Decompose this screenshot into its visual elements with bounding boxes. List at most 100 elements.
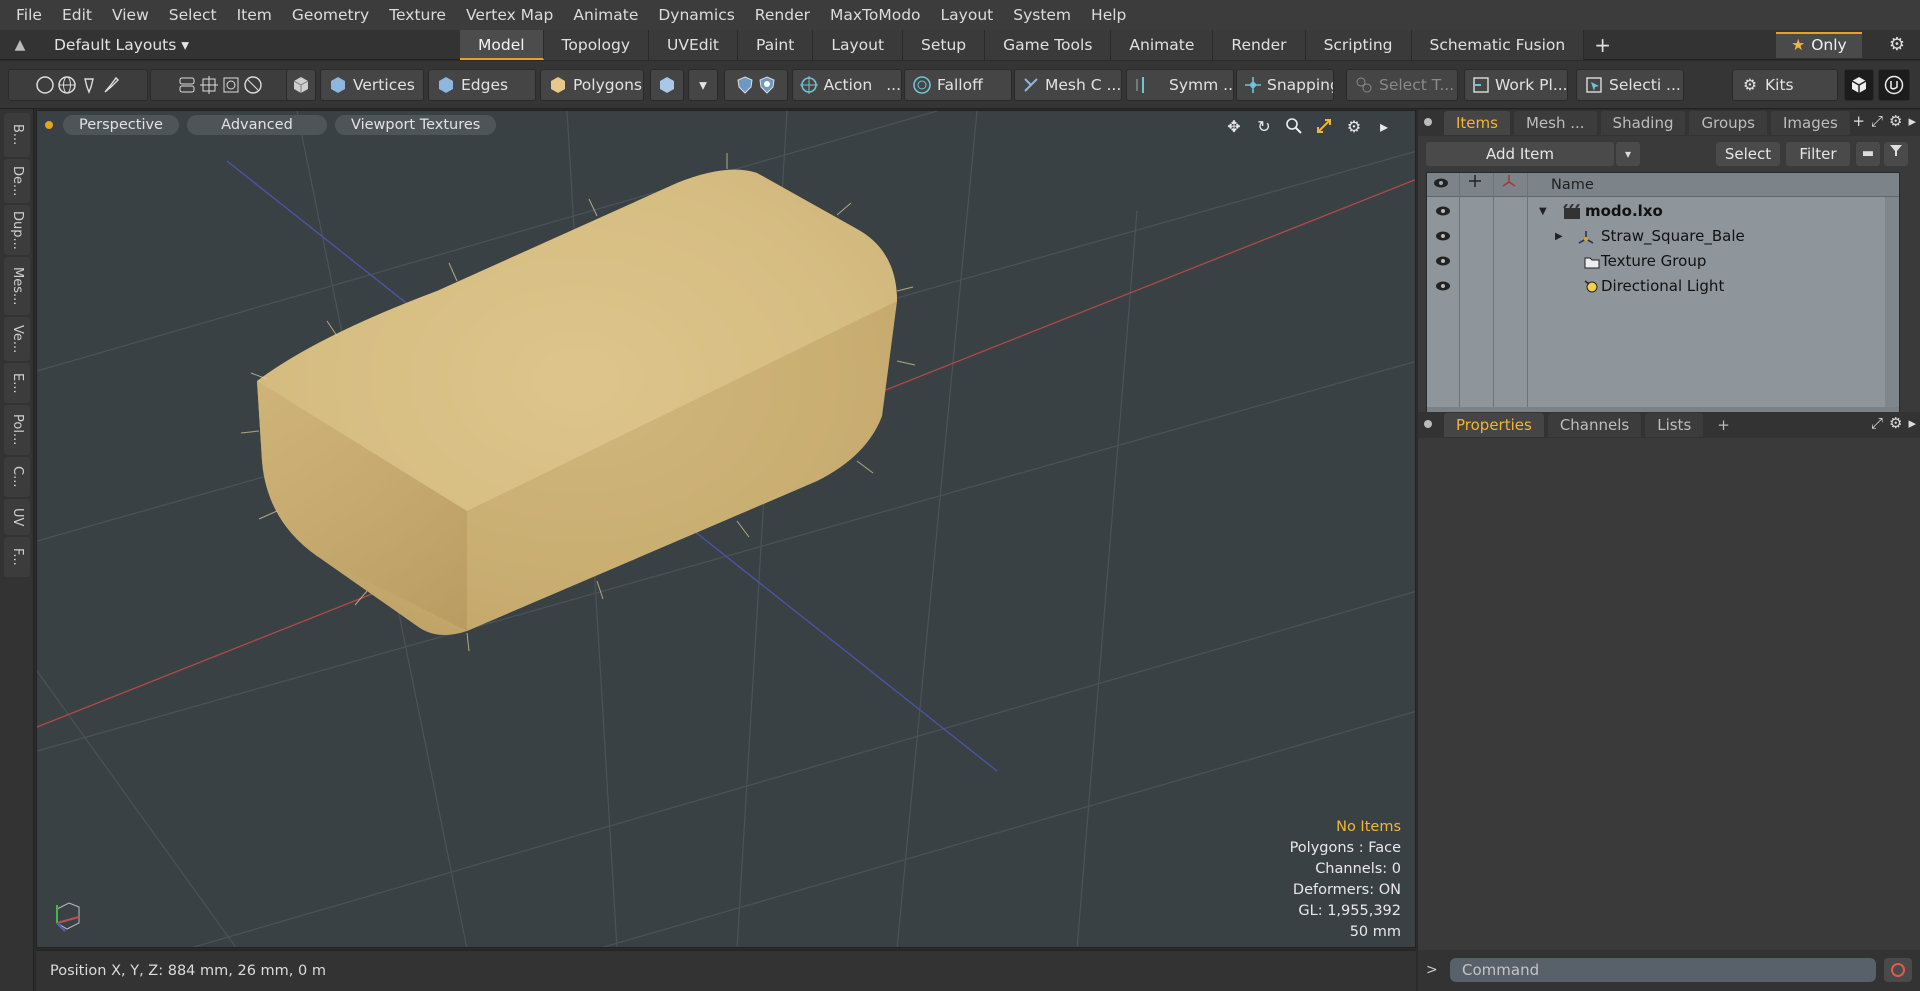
add-properties-tab-plus-icon[interactable]: +: [1717, 416, 1730, 434]
left-tab-polygon[interactable]: Pol...: [4, 405, 30, 455]
list-item[interactable]: ▼ modo.lxo: [1427, 199, 1899, 224]
layouts-dropdown[interactable]: Default Layouts ▾: [40, 36, 460, 54]
vertices-button[interactable]: Vertices: [320, 69, 424, 101]
item-list-vertical-scrollbar[interactable]: [1885, 197, 1899, 409]
menu-select[interactable]: Select: [159, 0, 227, 30]
left-tab-uv[interactable]: UV: [4, 499, 30, 535]
tab-model[interactable]: Model: [460, 30, 544, 60]
rotate-icon[interactable]: [242, 74, 264, 96]
item-mode-button[interactable]: [286, 69, 316, 101]
tab-shading[interactable]: Shading: [1600, 111, 1686, 135]
perspective-button[interactable]: Perspective: [63, 115, 179, 135]
falloff-button[interactable]: Falloff: [904, 69, 1012, 101]
kits-button[interactable]: ⚙ Kits: [1732, 69, 1838, 101]
shield-check-icon[interactable]: [756, 74, 778, 96]
menu-system[interactable]: System: [1003, 0, 1081, 30]
add-item-button[interactable]: Add Item: [1426, 142, 1614, 166]
left-tab-mesh-edit[interactable]: Mes...: [4, 257, 30, 315]
shield-icon[interactable]: [734, 74, 756, 96]
globe-icon[interactable]: [56, 74, 78, 96]
tab-mesh[interactable]: Mesh ...: [1513, 111, 1597, 135]
tab-uvedit[interactable]: UVEdit: [649, 30, 738, 60]
maximize-icon[interactable]: [1313, 115, 1335, 137]
scale-icon[interactable]: [220, 74, 242, 96]
panel-arrow-icon[interactable]: ▸: [1908, 112, 1916, 130]
unreal-button[interactable]: [1878, 69, 1910, 101]
panel-options-dot-icon[interactable]: [1424, 118, 1432, 126]
funnel-filter-icon[interactable]: [1884, 142, 1908, 166]
viewport-gear-icon[interactable]: ⚙: [1343, 115, 1365, 137]
properties-options-dot-icon[interactable]: [1424, 420, 1432, 428]
command-history-arrow-icon[interactable]: >: [1426, 962, 1438, 978]
snapping-button[interactable]: Snapping: [1236, 69, 1334, 101]
properties-gear-icon[interactable]: ⚙: [1889, 414, 1902, 432]
expand-panel-icon[interactable]: ⤢: [1871, 112, 1883, 130]
pen-icon[interactable]: [78, 74, 100, 96]
filter-button[interactable]: Filter: [1786, 142, 1850, 166]
menu-vertex-map[interactable]: Vertex Map: [456, 0, 563, 30]
panel-gear-icon[interactable]: ⚙: [1889, 112, 1902, 130]
add-tab-plus-icon[interactable]: +: [1584, 30, 1621, 60]
menu-geometry[interactable]: Geometry: [282, 0, 379, 30]
material-mode-button[interactable]: [650, 69, 684, 101]
selection-sets-button[interactable]: Selecti ...: [1576, 69, 1684, 101]
visibility-eye-icon[interactable]: [1435, 278, 1451, 296]
left-tab-basic[interactable]: B...: [4, 113, 30, 157]
menu-animate[interactable]: Animate: [563, 0, 648, 30]
viewport-scene[interactable]: [37, 111, 1416, 948]
visibility-eye-icon[interactable]: [1435, 253, 1451, 271]
pan-icon[interactable]: ✥: [1223, 115, 1245, 137]
visibility-eye-icon[interactable]: [1435, 228, 1451, 246]
left-tab-edge[interactable]: E...: [4, 363, 30, 403]
add-tab-plus-icon[interactable]: +: [1852, 112, 1865, 130]
collapse-list-icon[interactable]: ▬: [1856, 142, 1880, 166]
command-input[interactable]: Command: [1450, 958, 1876, 982]
add-item-dropdown-chevron-icon[interactable]: ▾: [1616, 142, 1640, 166]
name-column-header[interactable]: Name: [1551, 173, 1594, 197]
symmetry-button[interactable]: Symm ...: [1126, 69, 1234, 101]
visibility-eye-icon[interactable]: [1435, 203, 1451, 221]
only-toggle[interactable]: ★ Only: [1776, 32, 1862, 58]
action-center-button[interactable]: Action...: [792, 69, 902, 101]
viewport-options-dot-icon[interactable]: [45, 121, 53, 129]
left-tab-deform[interactable]: De...: [4, 159, 30, 203]
visibility-column-eye-icon[interactable]: [1433, 173, 1449, 197]
left-tab-duplicate[interactable]: Dup...: [4, 205, 30, 255]
type-column-icon[interactable]: [1501, 173, 1517, 197]
polygons-button[interactable]: Polygons: [540, 69, 644, 101]
left-tab-vertex[interactable]: Ve...: [4, 317, 30, 361]
play-arrow-icon[interactable]: ▸: [1373, 115, 1395, 137]
properties-arrow-icon[interactable]: ▸: [1908, 414, 1916, 432]
list-item[interactable]: ▶ Straw_Square_Bale: [1427, 224, 1899, 249]
work-plane-button[interactable]: Work Pl...: [1464, 69, 1568, 101]
edges-button[interactable]: Edges: [428, 69, 536, 101]
tab-paint[interactable]: Paint: [737, 30, 814, 60]
tab-images[interactable]: Images: [1770, 111, 1850, 135]
menu-dynamics[interactable]: Dynamics: [648, 0, 744, 30]
collapse-up-icon[interactable]: ▲: [0, 37, 40, 53]
tab-game-tools[interactable]: Game Tools: [985, 30, 1112, 60]
unity-button[interactable]: [1844, 69, 1874, 101]
menu-item[interactable]: Item: [227, 0, 282, 30]
move-grid-icon[interactable]: [198, 74, 220, 96]
zoom-icon[interactable]: [1283, 115, 1305, 137]
tab-animate[interactable]: Animate: [1111, 30, 1214, 60]
menu-layout[interactable]: Layout: [931, 0, 1004, 30]
tab-schematic-fusion[interactable]: Schematic Fusion: [1411, 30, 1585, 60]
menu-maxtomodo[interactable]: MaxToModo: [820, 0, 931, 30]
tab-topology[interactable]: Topology: [543, 30, 649, 60]
menu-help[interactable]: Help: [1081, 0, 1136, 30]
tab-properties[interactable]: Properties: [1444, 413, 1544, 437]
left-tab-fusion[interactable]: F...: [4, 537, 30, 577]
stop-circle-icon[interactable]: [1884, 958, 1912, 982]
viewport-textures-button[interactable]: Viewport Textures: [334, 115, 497, 135]
tab-items[interactable]: Items: [1444, 111, 1510, 135]
advanced-button[interactable]: Advanced: [186, 115, 327, 135]
tab-channels[interactable]: Channels: [1547, 413, 1642, 437]
mirror-icon[interactable]: [176, 74, 198, 96]
left-tab-curve[interactable]: C...: [4, 457, 30, 497]
list-item[interactable]: Texture Group: [1427, 249, 1899, 274]
3d-viewport[interactable]: Perspective Advanced Viewport Textures ✥…: [36, 110, 1416, 948]
collapse-triangle-icon[interactable]: ▼: [1539, 199, 1547, 224]
tab-setup[interactable]: Setup: [903, 30, 986, 60]
